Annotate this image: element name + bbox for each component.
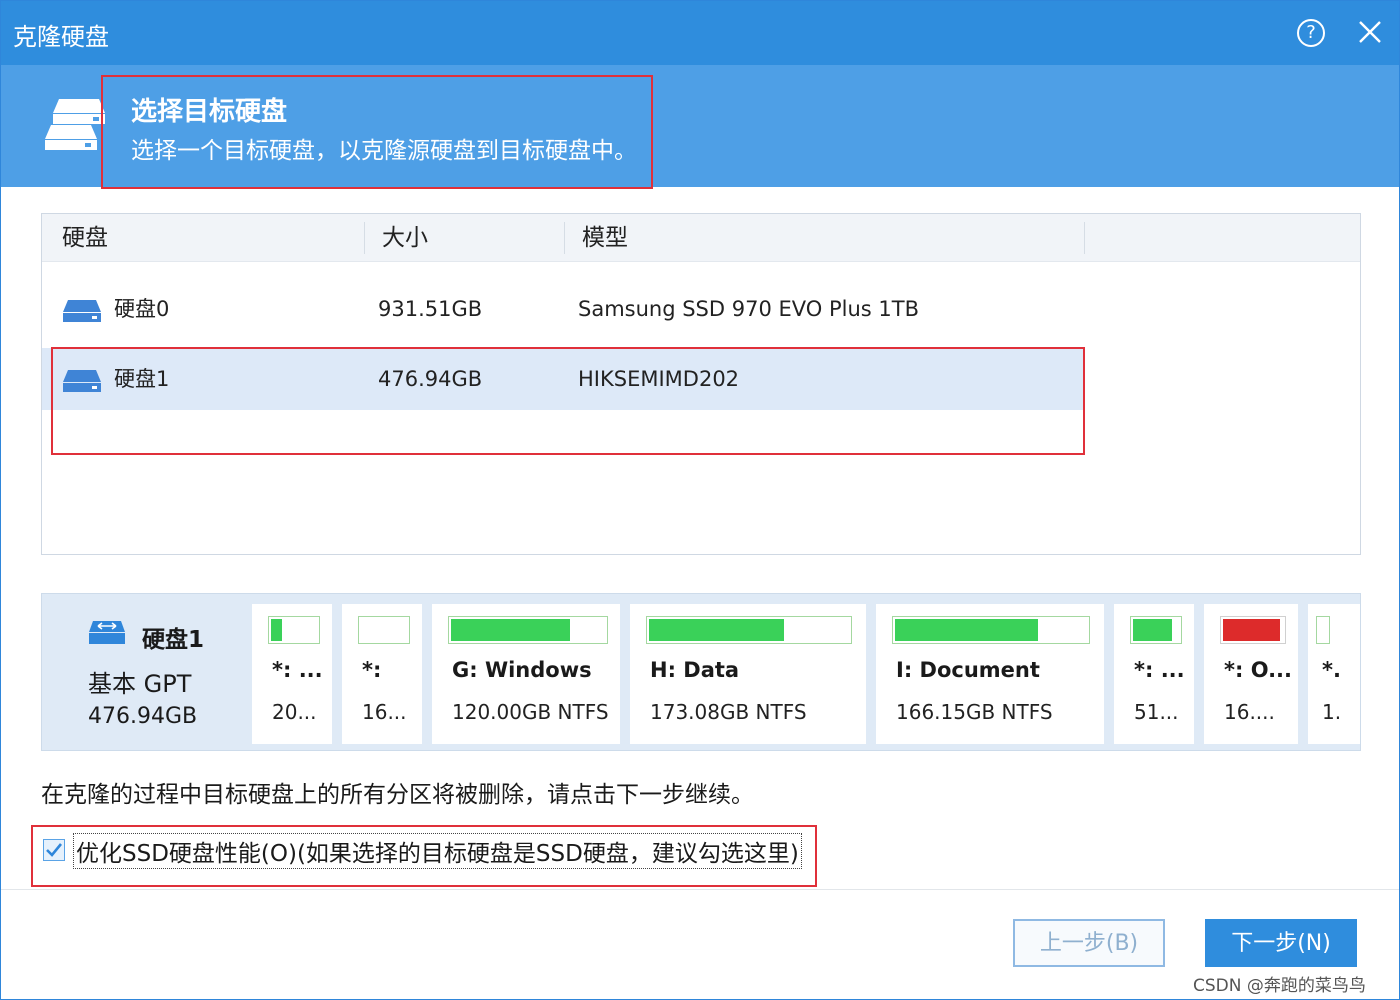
partition-size: 16.... <box>1224 700 1275 724</box>
partition-block[interactable]: *: ... 51... <box>1114 604 1194 744</box>
partition-size: 20... <box>272 700 317 724</box>
table-header: 硬盘 大小 模型 <box>42 214 1360 262</box>
partition-usage-bar <box>892 616 1090 644</box>
column-model[interactable]: 模型 <box>582 214 628 262</box>
partition-usage-bar <box>646 616 852 644</box>
clone-warning-text: 在克隆的过程中目标硬盘上的所有分区将被删除，请点击下一步继续。 <box>41 782 754 808</box>
partition-name: *. <box>1322 658 1341 682</box>
footer-divider <box>1 889 1399 890</box>
step-title: 选择目标硬盘 <box>131 97 288 127</box>
disk-model: Samsung SSD 970 EVO Plus 1TB <box>578 297 919 321</box>
partition-name: *: <box>362 658 382 682</box>
partition-usage-fill <box>649 619 784 641</box>
step-header: 选择目标硬盘 选择一个目标硬盘，以克隆源硬盘到目标硬盘中。 <box>1 65 1399 187</box>
partition-name: G: Windows <box>452 658 592 682</box>
partition-size: 1. <box>1322 700 1342 724</box>
column-disk[interactable]: 硬盘 <box>62 214 108 262</box>
disks-icon <box>45 99 105 150</box>
partition-block[interactable]: *: 16... <box>342 604 422 744</box>
disk-size: 931.51GB <box>378 297 483 321</box>
disk-table: 硬盘 大小 模型 硬盘0 931.51GB Samsung SSD 970 EV… <box>41 213 1361 555</box>
optimize-ssd-label[interactable]: 优化SSD硬盘性能(O)(如果选择的目标硬盘是SSD硬盘，建议勾选这里) <box>73 833 802 869</box>
partition-usage-bar <box>1130 616 1182 644</box>
back-button[interactable]: 上一步(B) <box>1013 919 1165 967</box>
next-button[interactable]: 下一步(N) <box>1205 919 1357 967</box>
column-separator <box>1084 222 1085 254</box>
partition-block[interactable]: H: Data 173.08GB NTFS <box>630 604 866 744</box>
column-size[interactable]: 大小 <box>382 214 428 262</box>
column-separator <box>364 222 365 254</box>
map-disk-type: 基本 GPT <box>88 670 192 698</box>
partition-size: 51... <box>1134 700 1179 724</box>
partition-name: H: Data <box>650 658 740 682</box>
help-icon[interactable]: ? <box>1297 19 1325 47</box>
map-disk-name: 硬盘1 <box>142 627 205 653</box>
partition-usage-bar <box>268 616 320 644</box>
partition-size: 173.08GB NTFS <box>650 700 807 724</box>
partition-name: *: ... <box>1134 658 1185 682</box>
column-separator <box>564 222 565 254</box>
partition-usage-bar <box>1220 616 1286 644</box>
partition-block[interactable]: I: Document 166.15GB NTFS <box>876 604 1104 744</box>
partition-block[interactable]: *: ... 20... <box>252 604 332 744</box>
clone-disk-dialog: 克隆硬盘 ? 选择目标硬盘 选择一个目标硬盘，以克隆源硬盘到目标硬盘中。 硬盘 … <box>0 0 1400 1000</box>
table-row-selected[interactable]: 硬盘1 476.94GB HIKSEMIMD202 <box>42 348 1084 410</box>
map-disk-size: 476.94GB <box>88 704 198 729</box>
window-title: 克隆硬盘 <box>13 23 109 51</box>
partition-usage-bar <box>1316 616 1330 644</box>
disk-model: HIKSEMIMD202 <box>578 367 740 391</box>
partition-name: I: Document <box>896 658 1040 682</box>
partition-usage-bar <box>358 616 410 644</box>
watermark-text: CSDN @奔跑的菜鸟鸟 <box>1193 976 1366 996</box>
checkmark-icon <box>46 843 63 857</box>
partition-name: *: ... <box>272 658 323 682</box>
partition-usage-fill <box>271 619 282 641</box>
optimize-ssd-checkbox[interactable] <box>43 839 65 861</box>
partition-block[interactable]: *: O... 16.... <box>1204 604 1298 744</box>
partition-size: 16... <box>362 700 407 724</box>
hard-disk-icon <box>63 370 101 392</box>
partition-usage-fill <box>1223 619 1280 641</box>
disk-name: 硬盘1 <box>114 367 170 391</box>
map-disk-info: 硬盘1 基本 GPT 476.94GB <box>42 594 248 750</box>
partition-usage-fill <box>451 619 571 641</box>
step-subtitle: 选择一个目标硬盘，以克隆源硬盘到目标硬盘中。 <box>131 138 637 164</box>
close-icon[interactable] <box>1353 15 1387 49</box>
partition-block[interactable]: G: Windows 120.00GB NTFS <box>432 604 620 744</box>
partition-name: *: O... <box>1224 658 1290 682</box>
disk-partition-map: 硬盘1 基本 GPT 476.94GB *: ... 20... *: 16..… <box>41 593 1361 751</box>
partition-usage-fill <box>895 619 1038 641</box>
partition-usage-bar <box>448 616 608 644</box>
disk-name: 硬盘0 <box>114 297 170 321</box>
partition-size: 120.00GB NTFS <box>452 700 609 724</box>
partition-size: 166.15GB NTFS <box>896 700 1053 724</box>
partition-usage-fill <box>1133 619 1172 641</box>
disk-transfer-icon <box>89 621 125 644</box>
title-bar: 克隆硬盘 ? <box>1 1 1399 65</box>
hard-disk-icon <box>63 300 101 322</box>
partition-block[interactable]: *. 1. <box>1308 604 1360 744</box>
table-row[interactable]: 硬盘0 931.51GB Samsung SSD 970 EVO Plus 1T… <box>42 278 1084 340</box>
disk-size: 476.94GB <box>378 367 483 391</box>
